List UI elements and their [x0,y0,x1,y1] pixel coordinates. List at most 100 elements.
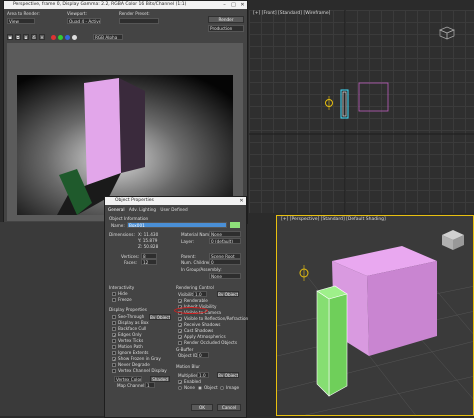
area-to-render-select[interactable]: View [7,18,35,24]
layer-field: 0 (default) [209,238,241,244]
clone-window-icon[interactable]: ⧈ [23,34,29,40]
production-select[interactable]: Production [208,25,244,32]
maximize-button[interactable]: □ [229,1,238,9]
dimensions-label: Dimensions: [109,232,135,237]
vertex-color-select[interactable]: Vertex Color [114,376,142,382]
name-field[interactable]: Box001 [127,222,227,228]
checkbox-label: See-Through [118,314,145,319]
multiplier-label: Multiplier: [178,373,199,378]
tab-user-defined[interactable]: User Defined [160,207,187,212]
layer-label: Layer: [181,239,195,244]
minimize-button[interactable]: – [220,1,229,9]
blur-image-radio[interactable] [220,386,224,390]
checkbox[interactable]: ✓ [178,335,182,340]
scene-explorer-strip[interactable] [0,222,104,416]
render-preset-select[interactable] [119,18,159,24]
render-frame-window: Perspective, frame 0, Display Gamma: 2.2… [3,0,248,224]
checkbox-label: Motion Path [118,344,143,349]
in-group-label: In Group/Assembly: [181,267,222,272]
checkbox[interactable] [112,321,116,325]
close-button[interactable]: ✕ [238,1,247,9]
checkbox-label: Cast Shadows [184,328,214,333]
red-channel-icon[interactable] [51,35,56,40]
visible-to-camera-highlight [174,307,208,314]
checkbox[interactable]: ✓ [178,329,182,334]
render-canvas-area [7,43,243,221]
vertices-label: Vertices: [121,254,140,259]
copy-image-icon[interactable]: ⧉ [15,34,21,40]
channel-select[interactable]: RGB Alpha [93,34,123,40]
freeze-label: Freeze [118,297,132,302]
alpha-channel-icon[interactable] [72,35,77,40]
map-channel-label: Map Channel: [117,383,146,388]
render-button[interactable]: Render [208,16,244,23]
object-properties-close-button[interactable]: ✕ [237,197,246,205]
checkbox[interactable] [112,351,116,355]
render-preset-label: Render Preset: [119,11,150,16]
checkbox-label: Render Occluded Objects [184,340,237,345]
checkbox[interactable] [112,363,116,367]
blur-none-radio[interactable] [178,386,182,390]
checkbox-label: Show Frozen in Gray [118,356,161,361]
checkbox-label: Apply Atmospherics [184,334,226,339]
blur-image-label: Image [226,385,240,390]
freeze-checkbox[interactable] [112,298,116,302]
cancel-button[interactable]: Cancel [217,404,241,411]
rendering-control-heading: Rendering Control [176,285,214,290]
rendering-control-list: ✓ Renderable ✓ Inherit Visibility Visible to… [177,298,248,346]
map-channel-field[interactable]: 1 [145,382,155,388]
object-id-field[interactable]: 0 [197,352,209,358]
save-image-icon[interactable]: ▣ [7,34,13,40]
print-icon[interactable]: ⎙ [31,34,37,40]
object-properties-tabs: General Adv. Lighting User Defined [108,207,191,212]
display-by-object-button[interactable]: By Object [149,314,171,320]
parent-label: Parent: [181,254,196,259]
num-children-label: Num. Children: [181,260,213,265]
checkbox-label: Vertex Channel Display [118,368,167,373]
dimension-y: Y: 15.879 [138,238,158,243]
hide-label: Hide [118,291,128,296]
checkbox[interactable] [112,345,116,349]
perspective-scene [277,230,473,415]
checkbox[interactable]: ✓ [112,357,116,362]
checkbox[interactable] [112,327,116,331]
blue-channel-icon[interactable] [65,35,70,40]
checkbox-label: Backface Cull [118,326,147,331]
viewport-select[interactable]: Quad 4 - Active [67,18,101,24]
blur-object-label: Object [204,385,218,390]
checkbox[interactable] [112,339,116,343]
checkbox[interactable] [178,341,182,345]
multiplier-field[interactable]: 1.0 [197,372,209,378]
checkbox[interactable]: ✓ [178,299,182,304]
name-label: Name: [111,223,125,228]
blur-object-radio[interactable] [198,386,202,390]
checkbox[interactable]: ✓ [112,333,116,338]
motion-blur-by-object-button[interactable]: By Object [217,372,239,378]
dimension-z: Z: 50.828 [138,244,159,249]
tab-adv-lighting[interactable]: Adv. Lighting [129,207,156,212]
checkbox-label: Ignore Extents [118,350,149,355]
dimension-x: X: 11.430 [138,232,159,237]
enabled-checkbox[interactable]: ✓ [178,380,182,385]
checkbox-label: Edges Only [118,332,142,337]
object-color-swatch[interactable] [230,222,240,228]
clear-icon[interactable]: ✕ [39,34,45,40]
rendering-by-object-button[interactable]: By Object [217,291,239,297]
object-information-heading: Object Information [109,216,149,221]
green-channel-icon[interactable] [58,35,63,40]
object-id-label: Object ID: [178,353,199,358]
checkbox[interactable]: ✓ [178,323,182,328]
checkbox[interactable] [112,369,116,373]
g-buffer-heading: G-Buffer [176,347,194,352]
ok-button[interactable]: OK [191,404,213,411]
tab-general[interactable]: General [108,207,125,212]
viewcube-icon[interactable] [437,26,457,40]
checkbox[interactable]: ✓ [178,317,182,322]
rendered-image [17,75,233,215]
viewport-perspective[interactable]: [+] [Perspective] [Standard] [Default Sh… [276,215,474,416]
hide-checkbox[interactable] [112,292,116,296]
visibility-field[interactable]: 1.0 [193,291,207,297]
viewport-front[interactable]: [+] [Front] [Standard] [Wireframe] [249,10,474,213]
checkbox-label: Receive Shadows [184,322,221,327]
checkbox[interactable] [112,315,116,319]
